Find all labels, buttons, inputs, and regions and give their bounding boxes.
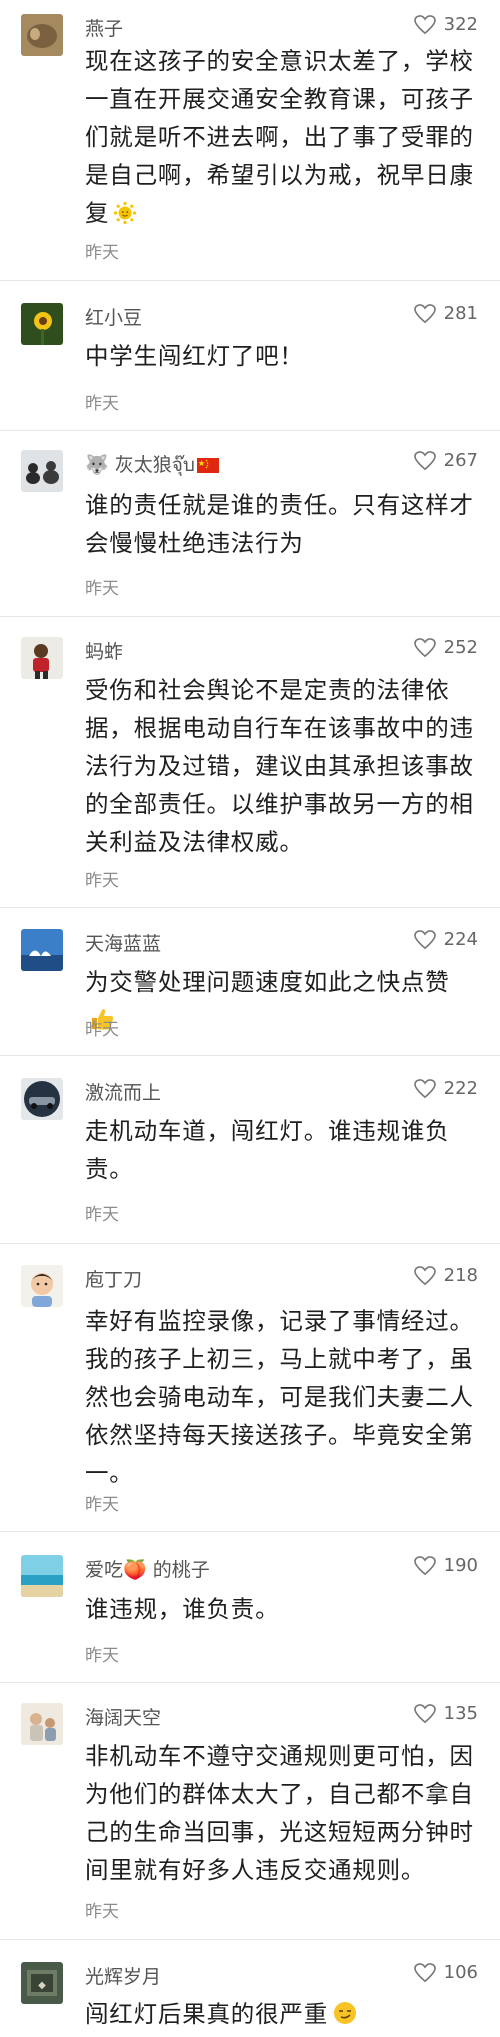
comment-time: 昨天: [85, 243, 119, 263]
heart-icon: [413, 303, 436, 323]
avatar[interactable]: [21, 14, 63, 56]
smirk-face-emoji: [334, 2002, 356, 2024]
username[interactable]: 燕子: [85, 14, 123, 41]
divider: [0, 1939, 500, 1940]
like-count: 281: [443, 303, 478, 324]
like-button[interactable]: 106: [413, 1962, 478, 1983]
username[interactable]: 蚂蚱: [85, 637, 123, 664]
avatar[interactable]: [21, 1078, 63, 1120]
comment-text: 受伤和社会舆论不是定责的法律依据，根据电动自行车在该事故中的违法行为及过错，建议…: [85, 676, 474, 856]
like-button[interactable]: 190: [413, 1555, 478, 1576]
divider: [0, 280, 500, 281]
comment-text: 走机动车道，闯红灯。谁违规谁负责。: [85, 1117, 450, 1183]
username[interactable]: 激流而上: [85, 1078, 161, 1105]
like-button[interactable]: 222: [413, 1078, 478, 1099]
comment-time: 昨天: [85, 1020, 119, 1040]
username[interactable]: 🐺 灰太狼จุ๊บ: [85, 450, 219, 480]
comment-text: 非机动车不遵守交通规则更可怕，因为他们的群体太大了，自己都不拿自己的生命当回事，…: [85, 1742, 474, 1884]
comment-time: 昨天: [85, 871, 119, 891]
heart-icon: [413, 637, 436, 657]
comment-time: 昨天: [85, 1902, 119, 1922]
svg-text:◆: ◆: [38, 1980, 46, 1991]
comment-time: 昨天: [85, 1205, 119, 1225]
avatar[interactable]: [21, 450, 63, 492]
username[interactable]: 海阔天空: [85, 1703, 161, 1730]
avatar[interactable]: [21, 303, 63, 345]
sun-face-emoji: [114, 201, 137, 225]
username[interactable]: 爱吃🍑 的桃子: [85, 1555, 210, 1582]
comment-time: 昨天: [85, 394, 119, 414]
like-count: 218: [443, 1265, 478, 1286]
divider: [0, 1055, 500, 1056]
divider: [0, 1531, 500, 1532]
like-count: 135: [443, 1703, 478, 1724]
username[interactable]: 天海蓝蓝: [85, 929, 161, 956]
avatar[interactable]: [21, 929, 63, 971]
divider: [0, 1682, 500, 1683]
like-button[interactable]: 322: [413, 14, 478, 35]
comment-time: 昨天: [85, 579, 119, 599]
comment-text: 闯红灯后果真的很严重: [85, 1995, 478, 2033]
like-count: 106: [443, 1962, 478, 1983]
comment-text: 幸好有监控录像，记录了事情经过。我的孩子上初三，马上就中考了，虽然也会骑电动车，…: [85, 1307, 474, 1487]
username[interactable]: 庖丁刀: [85, 1265, 142, 1292]
avatar[interactable]: [21, 637, 63, 679]
comment-text: 现在这孩子的安全意识太差了，学校一直在开展交通安全教育课，可孩子们就是听不进去啊…: [85, 47, 474, 227]
comment-list: 燕子 322 现在这孩子的安全意识太差了，学校一直在开展交通安全教育课，可孩子们…: [0, 0, 500, 2037]
like-count: 252: [443, 637, 478, 658]
comment-text: 中学生闯红灯了吧！: [85, 342, 304, 370]
like-button[interactable]: 135: [413, 1703, 478, 1724]
like-count: 267: [443, 450, 478, 471]
comment-time: 昨天: [85, 1646, 119, 1666]
divider: [0, 430, 500, 431]
like-button[interactable]: 218: [413, 1265, 478, 1286]
like-button[interactable]: 267: [413, 450, 478, 471]
heart-icon: [413, 1703, 436, 1723]
heart-icon: [413, 450, 436, 470]
avatar[interactable]: [21, 1555, 63, 1597]
heart-icon: [413, 1265, 436, 1285]
avatar[interactable]: [21, 1703, 63, 1745]
username[interactable]: 光辉岁月: [85, 1962, 161, 1989]
heart-icon: [413, 1555, 436, 1575]
divider: [0, 1243, 500, 1244]
like-count: 224: [443, 929, 478, 950]
comment-text: 谁违规，谁负责。: [85, 1595, 280, 1623]
comment-text: 为交警处理问题速度如此之快点赞: [85, 963, 478, 1039]
heart-icon: [413, 14, 436, 34]
like-count: 222: [443, 1078, 478, 1099]
china-flag-icon: [196, 458, 219, 473]
divider: [0, 907, 500, 908]
like-count: 190: [443, 1555, 478, 1576]
heart-icon: [413, 1962, 436, 1982]
like-button[interactable]: 281: [413, 303, 478, 324]
heart-icon: [413, 929, 436, 949]
heart-icon: [413, 1078, 436, 1098]
divider: [0, 616, 500, 617]
like-button[interactable]: 224: [413, 929, 478, 950]
avatar[interactable]: [21, 1265, 63, 1307]
username[interactable]: 红小豆: [85, 303, 142, 330]
like-button[interactable]: 252: [413, 637, 478, 658]
like-count: 322: [443, 14, 478, 35]
avatar[interactable]: ◆: [21, 1962, 63, 2004]
comment-text: 谁的责任就是谁的责任。只有这样才会慢慢杜绝违法行为: [85, 491, 474, 557]
comment-time: 昨天: [85, 1495, 119, 1515]
